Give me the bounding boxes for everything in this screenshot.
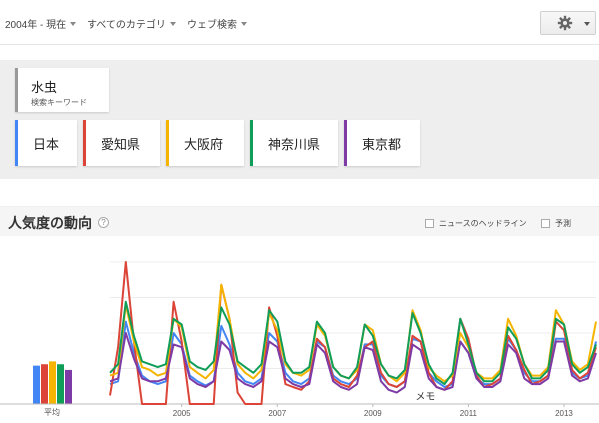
forecast-label: 予測 [555,219,571,228]
average-label: 平均 [44,407,60,417]
checkbox-box[interactable] [541,219,550,228]
x-tick-label: 2011 [460,409,478,418]
x-tick-label: 2009 [364,409,382,418]
gear-icon [557,15,573,31]
keyword-card[interactable]: 水虫 検索キーワード [15,68,109,112]
category-label: すべてのカテゴリ [87,20,166,31]
news-headlines-label: ニュースのヘッドライン [439,219,527,228]
region-label: 日本 [33,137,60,152]
region-label: 大阪府 [184,137,224,152]
average-bar [49,361,56,404]
region-label: 東京都 [362,137,402,152]
region-label: 愛知県 [101,137,141,152]
average-bar [65,369,72,404]
time-range-label: 2004年 - 現在 [5,20,67,31]
keyword-sublabel: 検索キーワード [31,98,87,107]
search-type-label: ウェブ検索 [187,20,237,31]
chevron-down-icon [169,22,176,26]
forecast-checkbox[interactable]: 予測 [541,218,571,229]
region-card-kanagawa[interactable]: 神奈川県 [250,120,338,166]
x-tick-label: 2005 [173,409,191,418]
help-icon[interactable]: ? [98,217,109,228]
x-tick-label: 2007 [268,409,286,418]
x-tick-label: 2013 [555,409,573,418]
region-card-japan[interactable]: 日本 [15,120,77,166]
comparison-panel: 水虫 検索キーワード 日本 愛知県 大阪府 神奈川県 東京都 [0,60,599,179]
chevron-down-icon [584,22,590,26]
average-bar [33,365,40,404]
region-label: 神奈川県 [268,137,321,152]
annotation-label: メモ [415,392,435,403]
line-chart: 平均 2005 2007 2009 2011 2013 メモ [0,261,599,418]
filter-bar: 2004年 - 現在 すべてのカテゴリ ウェブ検索 [0,0,599,45]
average-bar [57,364,64,404]
settings-button[interactable] [540,11,596,35]
section-title: 人気度の動向 [8,215,92,231]
region-card-tokyo[interactable]: 東京都 [344,120,420,166]
time-range-dropdown[interactable]: 2004年 - 現在 [5,16,77,31]
category-dropdown[interactable]: すべてのカテゴリ [87,16,176,31]
chevron-down-icon [241,22,247,26]
keyword-term: 水虫 [31,80,58,95]
checkbox-box[interactable] [425,219,434,228]
interest-chart: 平均 2005 2007 2009 2011 2013 メモ [0,236,599,423]
interest-over-time-header: 人気度の動向 ? ニュースのヘッドライン 予測 [0,206,599,236]
region-card-osaka[interactable]: 大阪府 [166,120,244,166]
average-bar [41,364,48,404]
search-type-dropdown[interactable]: ウェブ検索 [187,16,247,31]
chevron-down-icon [70,22,77,26]
news-headlines-checkbox[interactable]: ニュースのヘッドライン [425,218,527,229]
region-card-aichi[interactable]: 愛知県 [83,120,160,166]
